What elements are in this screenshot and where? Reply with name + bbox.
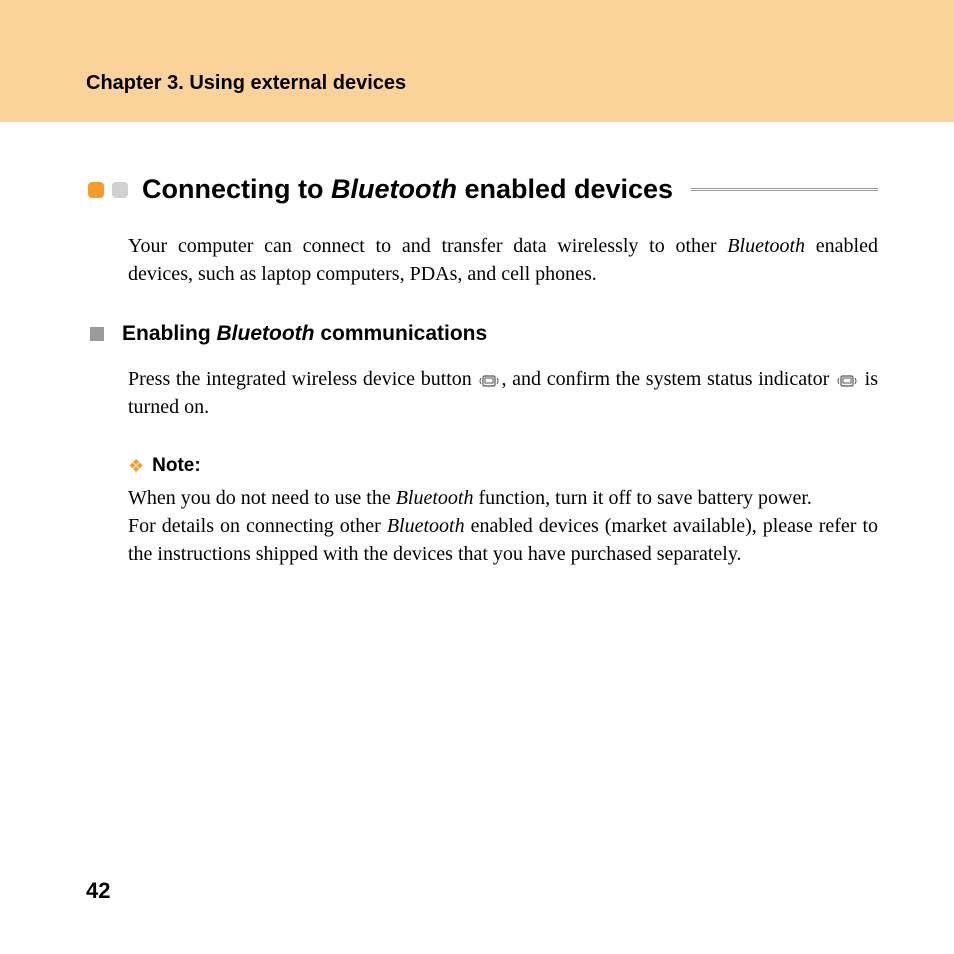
wireless-button-icon	[479, 374, 499, 388]
section-title: Connecting to Bluetooth enabled devices	[142, 174, 673, 205]
note-p2a: For details on connecting other	[128, 515, 387, 537]
document-page: Chapter 3. Using external devices Connec…	[0, 0, 954, 954]
note-body: When you do not need to use the Bluetoot…	[128, 485, 878, 568]
subhead-pre: Enabling	[122, 322, 217, 345]
sub-body-a: Press the integrated wireless device but…	[128, 368, 477, 390]
intro-paragraph: Your computer can connect to and transfe…	[128, 233, 878, 288]
note-p1a: When you do not need to use the	[128, 487, 396, 509]
section-rule-line	[691, 188, 878, 192]
subhead-post: communications	[314, 322, 487, 345]
subsection-title: Enabling Bluetooth communications	[122, 322, 487, 346]
intro-text-a: Your computer can connect to and transfe…	[128, 235, 727, 257]
note-p1c: function, turn it off to save battery po…	[473, 487, 811, 509]
subsection-heading-row: Enabling Bluetooth communications	[90, 322, 878, 346]
note-label: Note:	[152, 455, 201, 477]
note-heading-row: ❖ Note:	[128, 455, 878, 477]
square-bullet-icon	[90, 327, 104, 341]
note-p2-italic: Bluetooth	[387, 515, 465, 537]
section-bullet-orange-icon	[88, 182, 104, 198]
subsection-body: Press the integrated wireless device but…	[128, 366, 878, 421]
intro-text-italic: Bluetooth	[727, 235, 805, 257]
note-p1-italic: Bluetooth	[396, 487, 474, 509]
subhead-italic: Bluetooth	[217, 322, 315, 345]
section-title-post: enabled devices	[457, 174, 673, 204]
chapter-header-band: Chapter 3. Using external devices	[0, 0, 954, 122]
section-title-pre: Connecting to	[142, 174, 331, 204]
status-indicator-icon	[837, 374, 857, 388]
sub-body-b: , and confirm the system status indicato…	[501, 368, 835, 390]
note-diamond-icon: ❖	[128, 456, 144, 477]
section-heading-row: Connecting to Bluetooth enabled devices	[88, 174, 878, 205]
section-bullet-grey-icon	[112, 182, 128, 198]
page-number: 42	[86, 878, 110, 904]
chapter-title: Chapter 3. Using external devices	[86, 72, 954, 95]
page-content: Connecting to Bluetooth enabled devices …	[0, 122, 954, 568]
section-title-italic: Bluetooth	[331, 174, 457, 204]
